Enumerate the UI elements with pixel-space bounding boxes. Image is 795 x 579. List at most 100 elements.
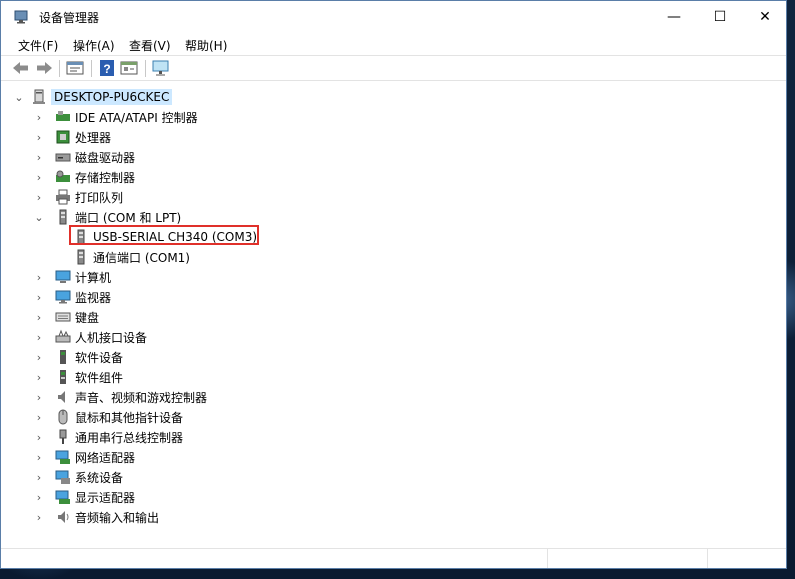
- hid-icon: [55, 329, 71, 343]
- device-tree: ⌄ DESKTOP-PU6CKEC › IDE ATA/ATAPI 控制器 › …: [5, 83, 782, 549]
- tree-item-ide[interactable]: › IDE ATA/ATAPI 控制器: [33, 107, 198, 127]
- tree-item-label: 人机接口设备: [75, 330, 148, 345]
- tree-item-usb[interactable]: › 通用串行总线控制器: [33, 427, 183, 447]
- chevron-right-icon[interactable]: ›: [33, 271, 45, 284]
- toolbar-separator: [59, 60, 60, 77]
- status-pane-secondary: [547, 549, 708, 568]
- tree-item-label: 存储控制器: [75, 170, 136, 185]
- update-driver-icon[interactable]: [119, 59, 139, 77]
- chevron-right-icon[interactable]: ›: [33, 371, 45, 384]
- tree-item-hid[interactable]: › 人机接口设备: [33, 327, 147, 347]
- chevron-right-icon[interactable]: ›: [33, 331, 45, 344]
- device-manager-app-icon: [14, 10, 28, 24]
- chevron-right-icon[interactable]: ›: [33, 391, 45, 404]
- tree-item-label: 监视器: [75, 290, 112, 305]
- computer-name: DESKTOP-PU6CKEC: [51, 89, 173, 105]
- maximize-button[interactable]: ☐: [697, 1, 743, 33]
- chevron-right-icon[interactable]: ›: [33, 171, 45, 184]
- chevron-right-icon[interactable]: ›: [33, 491, 45, 504]
- chevron-right-icon[interactable]: ›: [33, 291, 45, 304]
- toolbar-separator: [145, 60, 146, 77]
- tree-item-processor[interactable]: › 处理器: [33, 127, 111, 147]
- software-component-icon: [60, 370, 66, 384]
- tree-item-disk[interactable]: › 磁盘驱动器: [33, 147, 135, 167]
- tree-item-mouse[interactable]: › 鼠标和其他指针设备: [33, 407, 183, 427]
- tree-item-label: IDE ATA/ATAPI 控制器: [75, 110, 198, 125]
- chevron-right-icon[interactable]: ›: [33, 471, 45, 484]
- keyboard-icon: [55, 312, 71, 322]
- software-device-icon: [60, 350, 66, 364]
- back-arrow-icon[interactable]: [11, 59, 31, 77]
- title-bar: 设备管理器 — ☐ ✕: [1, 1, 786, 33]
- tree-item-label: 网络适配器: [75, 450, 136, 465]
- annotation-highlight-box: [69, 225, 259, 245]
- minimize-button[interactable]: —: [651, 1, 697, 33]
- tree-item-network[interactable]: › 网络适配器: [33, 447, 135, 467]
- chevron-right-icon[interactable]: ›: [33, 451, 45, 464]
- disk-drive-icon: [55, 153, 71, 162]
- tree-item-label: 显示适配器: [75, 490, 136, 505]
- tree-item-computer[interactable]: › 计算机: [33, 267, 111, 287]
- tree-item-ports[interactable]: ⌄ 端口 (COM 和 LPT): [33, 207, 181, 227]
- chevron-right-icon[interactable]: ›: [33, 411, 45, 424]
- menu-action[interactable]: 操作(A): [73, 37, 115, 54]
- status-pane-main: [1, 549, 548, 568]
- chevron-right-icon[interactable]: ›: [33, 191, 45, 204]
- tree-item-software-component[interactable]: › 软件组件: [33, 367, 123, 387]
- close-button[interactable]: ✕: [742, 1, 788, 33]
- tree-item-label: 鼠标和其他指针设备: [75, 410, 184, 425]
- menu-bar: 文件(F) 操作(A) 查看(V) 帮助(H): [1, 33, 786, 55]
- tree-item-keyboard[interactable]: › 键盘: [33, 307, 99, 327]
- tree-item-system[interactable]: › 系统设备: [33, 467, 123, 487]
- tree-item-software-device[interactable]: › 软件设备: [33, 347, 123, 367]
- properties-icon[interactable]: [65, 59, 85, 77]
- forward-arrow-icon[interactable]: [34, 59, 54, 77]
- tree-item-printer[interactable]: › 打印队列: [33, 187, 123, 207]
- tree-item-monitor[interactable]: › 监视器: [33, 287, 111, 307]
- tree-child-com1[interactable]: 通信端口 (COM1): [73, 247, 190, 267]
- ide-controller-icon: [56, 111, 70, 121]
- tree-item-label: 计算机: [75, 270, 112, 285]
- system-device-icon: [55, 470, 70, 484]
- menu-file[interactable]: 文件(F): [18, 37, 58, 54]
- scan-hardware-icon[interactable]: [151, 59, 171, 77]
- network-adapter-icon: [55, 450, 70, 464]
- processor-icon: [56, 130, 70, 144]
- chevron-right-icon[interactable]: ›: [33, 351, 45, 364]
- tree-item-label: 端口 (COM 和 LPT): [75, 210, 182, 225]
- audio-io-icon: [58, 511, 69, 523]
- tree-item-display[interactable]: › 显示适配器: [33, 487, 135, 507]
- port-device-icon: [77, 249, 85, 265]
- status-bar: [1, 548, 786, 568]
- toolbar: ?: [1, 55, 786, 81]
- tree-item-label: 声音、视频和游戏控制器: [75, 390, 208, 405]
- toolbar-separator: [91, 60, 92, 77]
- display-adapter-icon: [55, 490, 70, 504]
- menu-help[interactable]: 帮助(H): [185, 37, 227, 54]
- chevron-right-icon[interactable]: ›: [33, 431, 45, 444]
- help-icon[interactable]: ?: [97, 59, 117, 77]
- svg-text:?: ?: [103, 62, 110, 76]
- chevron-right-icon[interactable]: ›: [33, 511, 45, 524]
- tree-item-label: 系统设备: [75, 470, 124, 485]
- chevron-right-icon[interactable]: ›: [33, 111, 45, 124]
- tree-item-audio-io[interactable]: › 音频输入和输出: [33, 507, 159, 527]
- tree-item-storage[interactable]: › 存储控制器: [33, 167, 135, 187]
- chevron-right-icon[interactable]: ›: [33, 311, 45, 324]
- chevron-right-icon[interactable]: ›: [33, 151, 45, 164]
- chevron-right-icon[interactable]: ›: [33, 131, 45, 144]
- storage-controller-icon: [56, 170, 70, 182]
- computer-icon: [55, 270, 71, 283]
- chevron-down-icon[interactable]: ⌄: [33, 211, 45, 224]
- tree-item-label: 磁盘驱动器: [75, 150, 136, 165]
- tree-root[interactable]: ⌄ DESKTOP-PU6CKEC: [13, 87, 173, 107]
- sound-icon: [58, 391, 65, 403]
- chevron-down-icon[interactable]: ⌄: [13, 91, 25, 104]
- mouse-icon: [58, 409, 68, 425]
- computer-root-icon: [33, 89, 45, 104]
- tree-item-sound[interactable]: › 声音、视频和游戏控制器: [33, 387, 207, 407]
- device-manager-window: 设备管理器 — ☐ ✕ 文件(F) 操作(A) 查看(V) 帮助(H) ? ⌄ …: [0, 0, 787, 569]
- menu-view[interactable]: 查看(V): [129, 37, 171, 54]
- tree-item-label: 键盘: [75, 310, 100, 325]
- tree-item-label: 软件组件: [75, 370, 124, 385]
